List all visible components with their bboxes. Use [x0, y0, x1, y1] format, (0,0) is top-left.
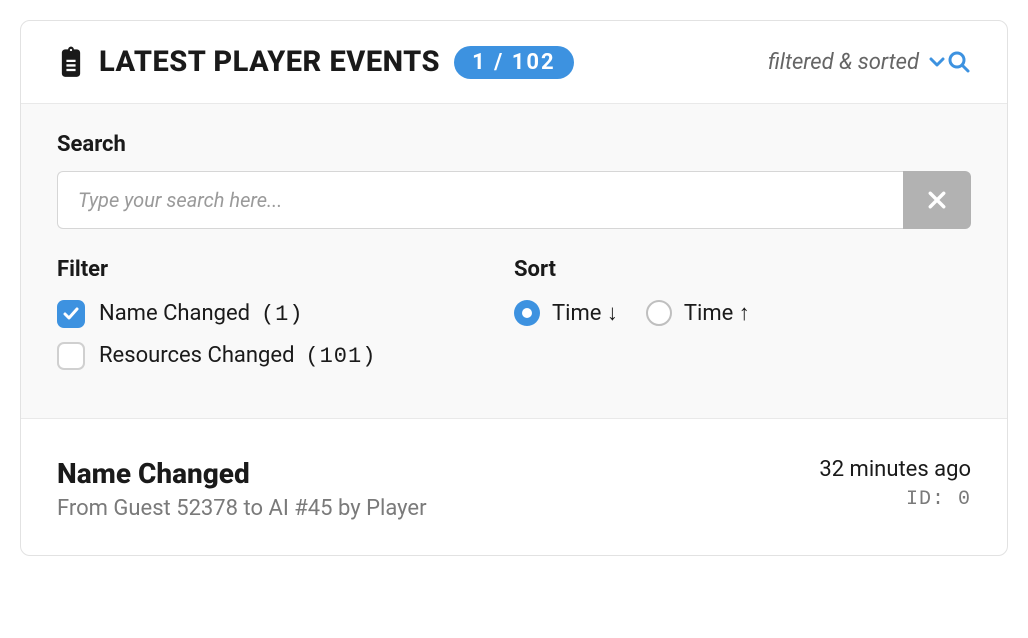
radio-selected: [514, 300, 540, 326]
count-badge: 1 / 102: [454, 46, 574, 79]
filter-status-text: filtered & sorted: [768, 50, 919, 75]
filter-column: Filter Name Changed (1) Res: [57, 257, 514, 384]
filter-option-label: Resources Changed (101): [99, 343, 376, 369]
event-time: 32 minutes ago: [819, 457, 971, 482]
search-label: Search: [57, 132, 971, 157]
sort-label: Sort: [514, 257, 971, 282]
sort-column: Sort Time ↓ Time ↑: [514, 257, 971, 384]
filter-option-resources-changed[interactable]: Resources Changed (101): [57, 342, 514, 370]
checkbox-unchecked: [57, 342, 85, 370]
event-item[interactable]: Name Changed From Guest 52378 to AI #45 …: [21, 419, 1007, 555]
clipboard-icon: [57, 46, 85, 78]
controls-panel: Search Filter Name Chan: [21, 104, 1007, 419]
check-icon: [63, 306, 79, 322]
card-title: LATEST PLAYER EVENTS: [99, 45, 440, 79]
chevron-down-icon: [929, 54, 945, 70]
player-events-card: LATEST PLAYER EVENTS 1 / 102 filtered & …: [20, 20, 1008, 556]
close-icon: [928, 191, 946, 209]
event-right: 32 minutes ago ID: 0: [819, 457, 971, 511]
filter-sort-row: Filter Name Changed (1) Res: [57, 257, 971, 384]
filter-option-name-changed[interactable]: Name Changed (1): [57, 300, 514, 328]
event-id: ID: 0: [906, 488, 971, 511]
filter-label: Filter: [57, 257, 514, 282]
sort-option-time-desc[interactable]: Time ↓: [514, 300, 618, 326]
sort-option-time-asc[interactable]: Time ↑: [646, 300, 750, 326]
header-left: LATEST PLAYER EVENTS 1 / 102: [57, 45, 574, 79]
search-input[interactable]: [57, 171, 903, 229]
clear-search-button[interactable]: [903, 171, 971, 229]
radio-unselected: [646, 300, 672, 326]
event-description: From Guest 52378 to AI #45 by Player: [57, 496, 427, 521]
header-right: filtered & sorted: [768, 50, 971, 75]
search-icon: [947, 50, 971, 74]
toggle-search-button[interactable]: [929, 50, 971, 74]
event-title: Name Changed: [57, 457, 427, 490]
event-left: Name Changed From Guest 52378 to AI #45 …: [57, 457, 427, 521]
sort-options: Time ↓ Time ↑: [514, 300, 971, 326]
card-header: LATEST PLAYER EVENTS 1 / 102 filtered & …: [21, 21, 1007, 104]
filter-option-label: Name Changed (1): [99, 301, 304, 327]
sort-option-label: Time ↓: [552, 300, 618, 326]
search-row: [57, 171, 971, 229]
checkbox-checked: [57, 300, 85, 328]
sort-option-label: Time ↑: [684, 300, 750, 326]
